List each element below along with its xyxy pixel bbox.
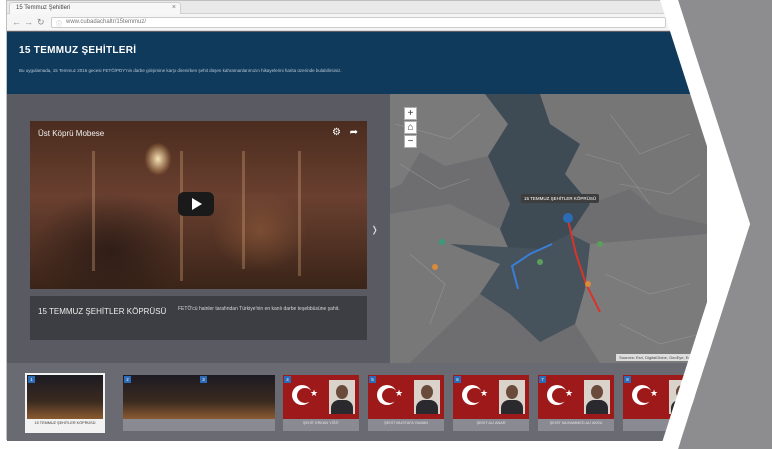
thumbnail-carousel: 1 15 TEMMUZ ŞEHİTLER KÖPRÜSÜ 2 3 ★ 4 ŞEHİT ERK… bbox=[7, 363, 705, 441]
video-player[interactable]: Üst Köprü Mobese ⚙ ➦ bbox=[30, 121, 367, 289]
thumbnail-image bbox=[199, 375, 275, 419]
next-arrow-icon[interactable]: › bbox=[372, 218, 376, 240]
video-title[interactable]: Üst Köprü Mobese bbox=[38, 129, 104, 138]
thumbnail-item[interactable]: 3 bbox=[199, 375, 275, 431]
portrait-body bbox=[331, 400, 353, 414]
play-icon bbox=[192, 198, 202, 210]
thumbnail-item[interactable]: ★ 6 ŞEHİT ALİ ANAR bbox=[453, 375, 529, 431]
portrait-body bbox=[416, 400, 438, 414]
thumbnail-number: 7 bbox=[539, 376, 546, 383]
thumbnail-caption: ŞEHİT ALİ ANAR bbox=[476, 421, 506, 425]
thumbnail-item[interactable]: 2 bbox=[123, 375, 199, 431]
crescent-icon bbox=[462, 385, 483, 405]
star-icon: ★ bbox=[480, 388, 489, 398]
caption-title: 15 TEMMUZ ŞEHİTLER KÖPRÜSÜ bbox=[38, 307, 167, 316]
portrait-body bbox=[586, 400, 608, 414]
gear-icon[interactable]: ⚙ bbox=[332, 127, 341, 138]
thumbnail-number: 5 bbox=[369, 376, 376, 383]
thumbnail-caption: ŞEHİT MUSTAFA YAMAN bbox=[384, 421, 428, 425]
portrait-photo bbox=[499, 380, 525, 414]
thumbnail-image bbox=[27, 375, 103, 419]
browser-titlebar: 15 Temmuz Şehitleri × bbox=[7, 1, 705, 14]
thumbnail-number: 8 bbox=[624, 376, 631, 383]
page-title: 15 TEMMUZ ŞEHİTLERİ bbox=[19, 45, 137, 56]
portrait-head bbox=[506, 385, 518, 399]
page-info-icon[interactable]: ⓘ bbox=[56, 19, 62, 27]
flag-portrait-image: ★ bbox=[453, 375, 529, 419]
flag-portrait-image: ★ bbox=[538, 375, 614, 419]
story-caption: 15 TEMMUZ ŞEHİTLER KÖPRÜSÜ FETÖ'cü hainl… bbox=[30, 296, 367, 340]
browser-toolbar: ← → ↻ ⓘ www.cubadachaltr/15temmuz/ bbox=[7, 14, 705, 31]
share-icon[interactable]: ➦ bbox=[350, 127, 358, 138]
url-text: www.cubadachaltr/15temmuz/ bbox=[66, 19, 147, 25]
browser-window: 15 Temmuz Şehitleri × ← → ↻ ⓘ www.cubada… bbox=[6, 0, 707, 441]
portrait-body bbox=[501, 400, 523, 414]
back-arrow-icon[interactable]: ← bbox=[12, 17, 21, 27]
play-button[interactable] bbox=[178, 192, 214, 216]
star-icon: ★ bbox=[395, 388, 404, 398]
thumbnail-item[interactable]: 1 15 TEMMUZ ŞEHİTLER KÖPRÜSÜ bbox=[25, 373, 105, 433]
zoom-out-button[interactable]: − bbox=[404, 135, 417, 148]
caption-text: FETÖ'cü hainler tarafından Türkiye'nin e… bbox=[178, 306, 340, 312]
forward-arrow-icon[interactable]: → bbox=[24, 17, 33, 27]
thumbnail-number: 6 bbox=[454, 376, 461, 383]
thumbnail-caption: ŞEHİT ERKAN YİĞİT bbox=[302, 421, 340, 425]
thumbnail-number: 2 bbox=[124, 376, 131, 383]
zoom-in-button[interactable]: + bbox=[404, 107, 417, 120]
crescent-icon bbox=[292, 385, 313, 405]
video-frame-pillar bbox=[180, 151, 183, 281]
star-icon: ★ bbox=[310, 388, 319, 398]
thumbnail-item[interactable]: ★ 5 ŞEHİT MUSTAFA YAMAN bbox=[368, 375, 444, 431]
tab-close-icon[interactable]: × bbox=[172, 4, 176, 11]
star-icon: ★ bbox=[565, 388, 574, 398]
video-frame-pillar bbox=[298, 151, 301, 276]
portrait-photo bbox=[329, 380, 355, 414]
home-icon[interactable]: ⌂ bbox=[404, 121, 417, 134]
tab-title: 15 Temmuz Şehitleri bbox=[16, 5, 71, 11]
thumbnail-image bbox=[123, 375, 199, 419]
flag-portrait-image: ★ bbox=[368, 375, 444, 419]
flag-portrait-image: ★ bbox=[283, 375, 359, 419]
video-frame-pillar bbox=[242, 151, 245, 269]
page-description: Bu uygulamada, 15 Temmuz 2016 gecesi FET… bbox=[19, 68, 342, 73]
decorative-chevron bbox=[660, 0, 772, 449]
portrait-photo bbox=[584, 380, 610, 414]
thumbnail-caption: ŞEHİT MUHAMMED ALİ AKSU bbox=[549, 421, 603, 425]
portrait-head bbox=[591, 385, 603, 399]
story-map-main: Üst Köprü Mobese ⚙ ➦ 15 TEMMUZ ŞEHİTLER … bbox=[7, 94, 707, 363]
thumbnail-item[interactable]: ★ 4 ŞEHİT ERKAN YİĞİT bbox=[283, 375, 359, 431]
url-field[interactable]: ⓘ www.cubadachaltr/15temmuz/ bbox=[51, 17, 666, 28]
thumbnail-item[interactable]: ★ 7 ŞEHİT MUHAMMED ALİ AKSU bbox=[538, 375, 614, 431]
screenshot-stage: 15 Temmuz Şehitleri × ← → ↻ ⓘ www.cubada… bbox=[0, 0, 772, 449]
crescent-icon bbox=[377, 385, 398, 405]
video-frame-pillar bbox=[92, 151, 95, 271]
map-marker-label[interactable]: 15 TEMMUZ ŞEHİTLER KÖPRÜSÜ bbox=[521, 194, 600, 203]
browser-tab[interactable]: 15 Temmuz Şehitleri × bbox=[9, 2, 181, 14]
thumbnail-number: 3 bbox=[200, 376, 207, 383]
portrait-photo bbox=[414, 380, 440, 414]
thumbnail-number: 4 bbox=[284, 376, 291, 383]
thumbnail-caption: 15 TEMMUZ ŞEHİTLER KÖPRÜSÜ bbox=[34, 421, 96, 425]
crescent-icon bbox=[547, 385, 568, 405]
site-header: 15 TEMMUZ ŞEHİTLERİ Bu uygulamada, 15 Te… bbox=[7, 32, 705, 94]
thumbnail-number: 1 bbox=[28, 376, 35, 383]
reload-icon[interactable]: ↻ bbox=[37, 17, 45, 27]
portrait-head bbox=[336, 385, 348, 399]
portrait-head bbox=[421, 385, 433, 399]
